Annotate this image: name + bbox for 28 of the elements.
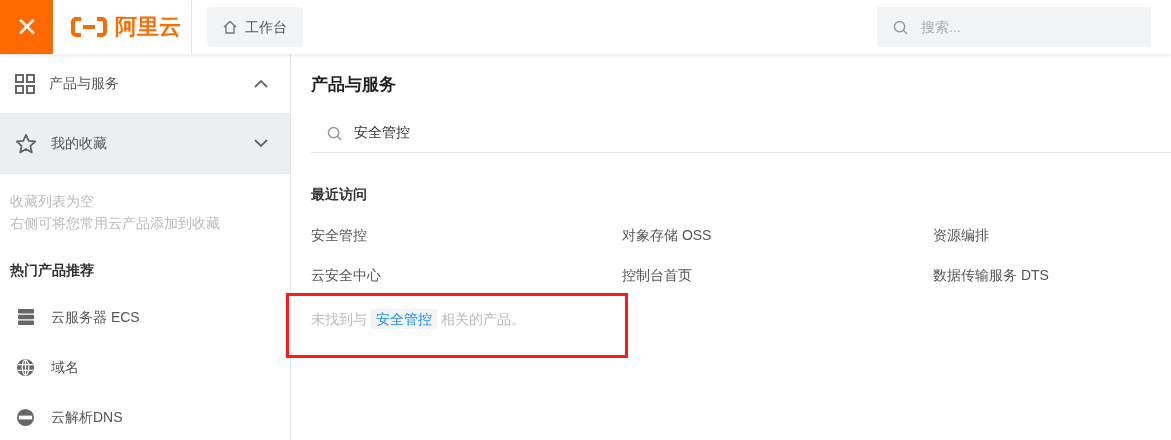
product-item[interactable]: 云解析DNS (0, 392, 290, 440)
globe-icon (16, 357, 35, 377)
recent-link[interactable]: 安全管控 (311, 224, 367, 246)
section-heading: 热门产品推荐 (9, 261, 94, 280)
recent-link[interactable]: 资源编排 (933, 224, 989, 246)
section-heading: 最近访问 (311, 185, 367, 204)
page-title: 产品与服务 (311, 74, 396, 96)
recent-link[interactable]: 对象存储 OSS (622, 224, 712, 246)
no-result-message: 未找到与 安全管控 相关的产品。 (311, 309, 525, 330)
product-item[interactable]: 云服务器 ECS (0, 292, 290, 342)
server-icon (16, 308, 35, 326)
search-icon (893, 20, 908, 35)
empty-hint: 右侧可将您常用云产品添加到收藏 (10, 215, 220, 233)
star-icon (15, 132, 37, 155)
workbench-button[interactable]: 工作台 (207, 7, 303, 47)
grid-icon (15, 73, 35, 94)
recent-link[interactable]: 控制台首页 (622, 264, 692, 286)
search-field[interactable]: 搜索... (877, 7, 1151, 47)
product-search-field[interactable]: 安全管控 (311, 113, 1171, 153)
recent-link[interactable]: 云安全中心 (311, 264, 381, 286)
recent-link[interactable]: 数据传输服务 DTS (933, 264, 1049, 286)
home-icon (223, 20, 237, 34)
empty-hint: 收藏列表为空 (10, 193, 94, 211)
sidebar-section[interactable]: 我的收藏 (0, 114, 290, 174)
logo-mark-icon (71, 17, 107, 37)
search-icon (327, 126, 342, 141)
product-item[interactable]: 域名 (0, 342, 290, 392)
brand-name: 阿里云 (115, 16, 181, 38)
